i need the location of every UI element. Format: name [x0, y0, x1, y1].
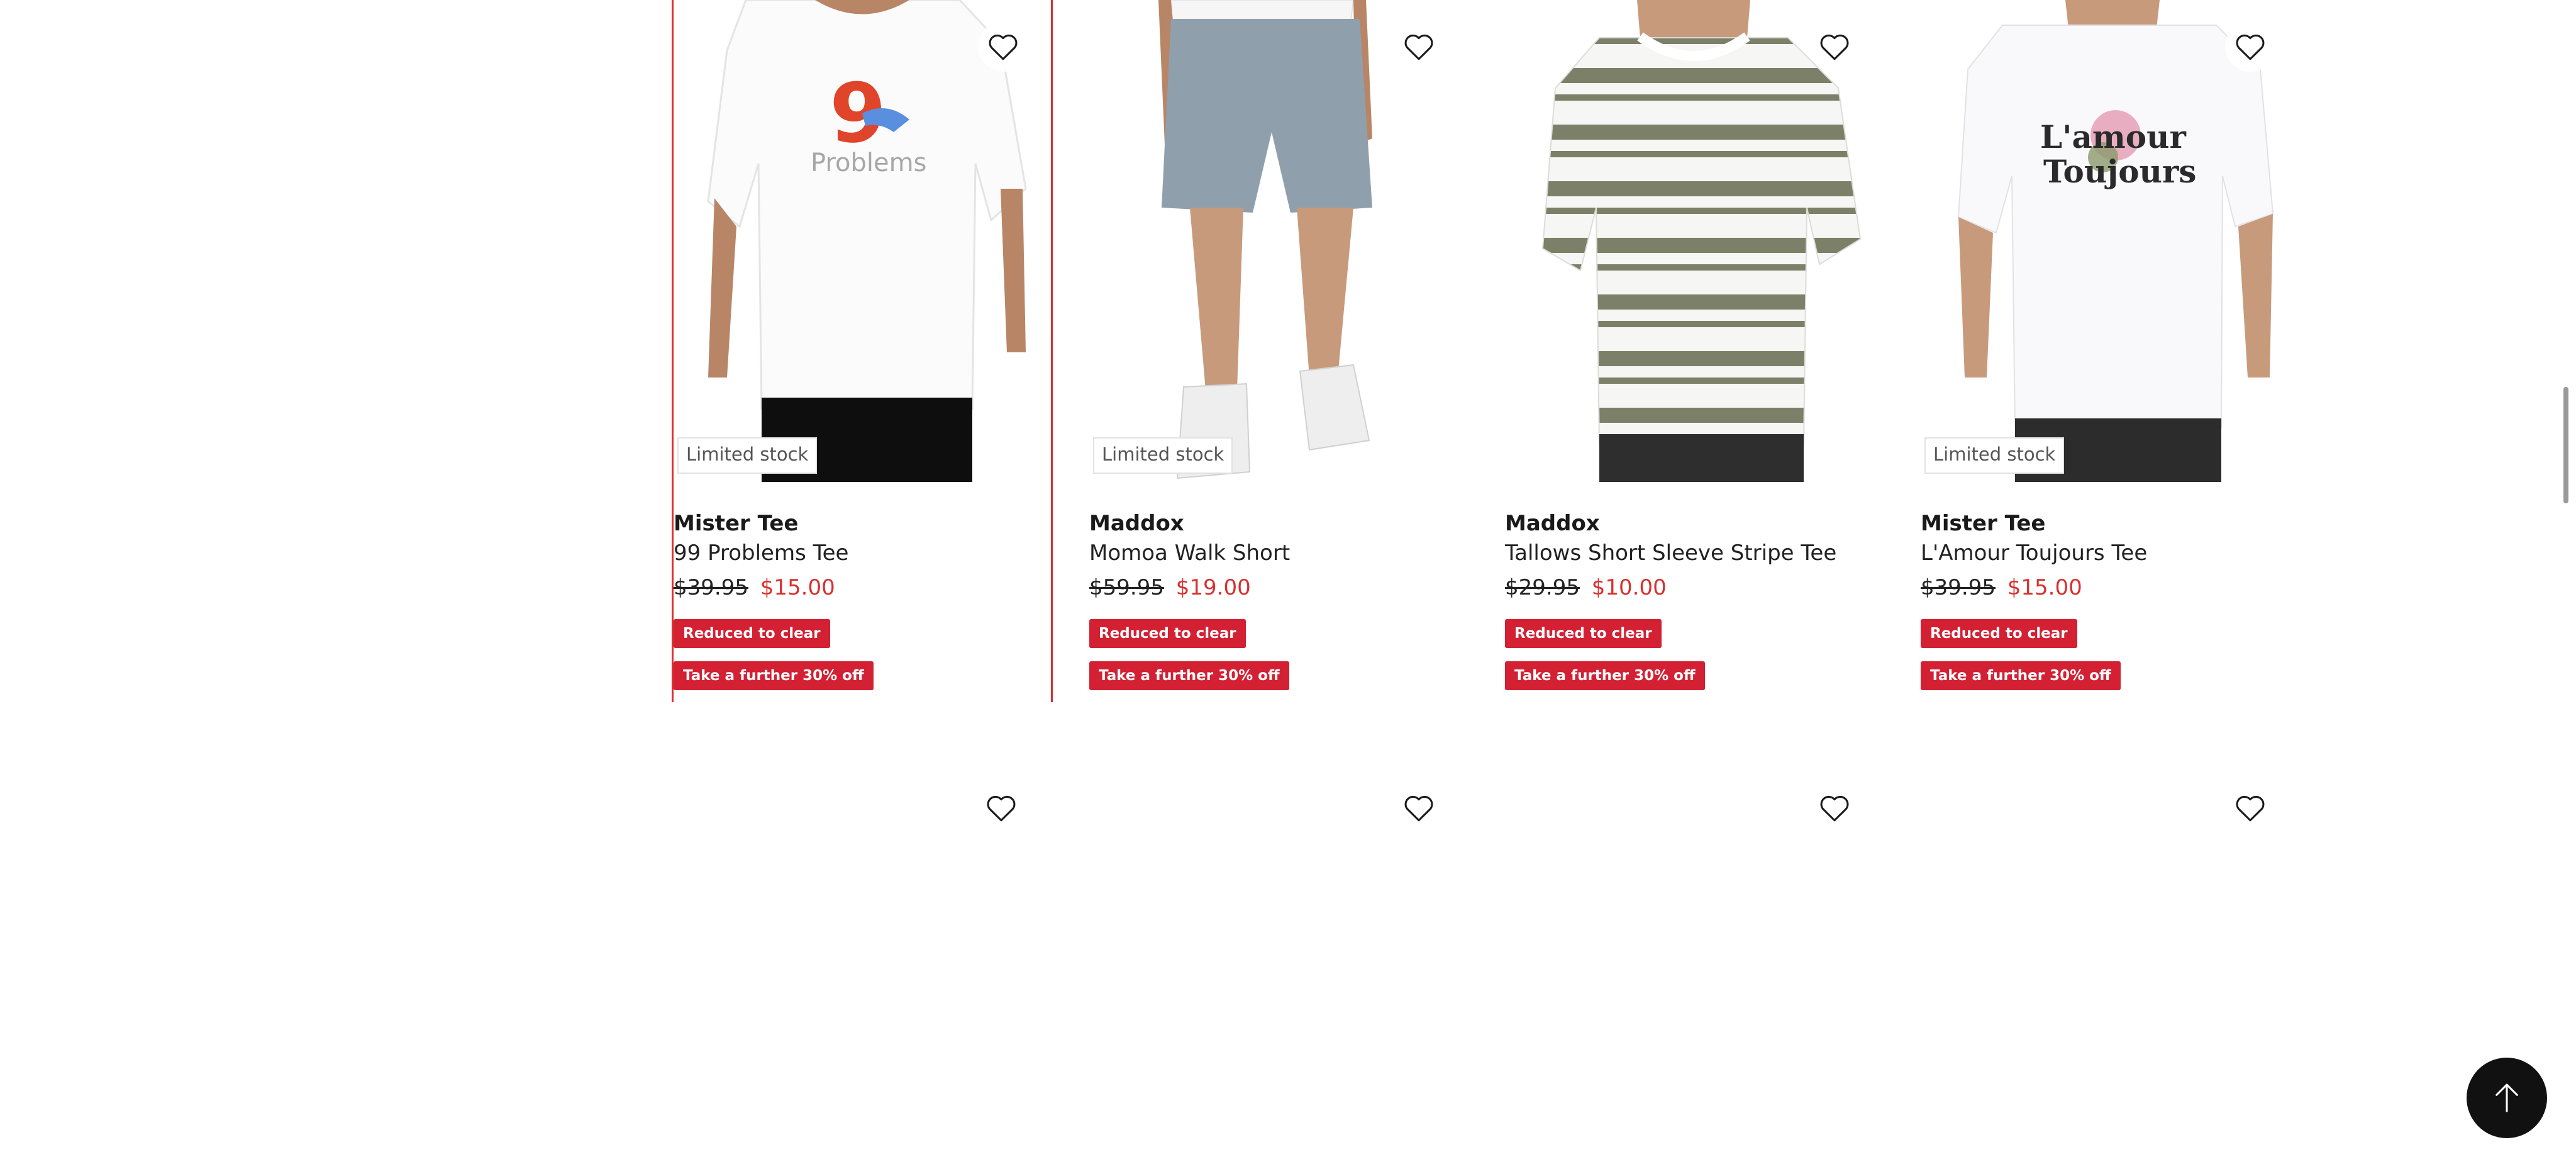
- product-image[interactable]: [1505, 0, 1882, 482]
- product-info: Mister Tee L'Amour Toujours Tee $39.95 $…: [1921, 508, 2298, 607]
- price-row: $39.95 $15.00: [674, 569, 1051, 607]
- heart-outline-icon: [1404, 795, 1433, 822]
- further-discount-badge: Take a further 30% off: [1921, 661, 2121, 690]
- sale-price: $15.00: [2007, 575, 2082, 600]
- sale-price: $19.00: [1175, 575, 1251, 600]
- tee-print-text: Problems: [811, 148, 926, 177]
- product-info: Maddox Momoa Walk Short $59.95 $19.00: [1089, 508, 1467, 607]
- product-image[interactable]: L'amour Toujours: [1921, 0, 2298, 482]
- tee-print-line-2: Toujours: [2043, 153, 2196, 190]
- heart-outline-icon: [987, 795, 1016, 822]
- product-card-tallows-stripe-tee[interactable]: Maddox Tallows Short Sleeve Stripe Tee $…: [1505, 0, 1882, 702]
- heart-outline-icon: [989, 34, 1018, 60]
- page-scrollbar[interactable]: [2563, 387, 2568, 503]
- tee-print-line-1: L'amour: [2040, 118, 2186, 155]
- product-card-row2-2[interactable]: [1089, 759, 1467, 1136]
- product-card-row2-3[interactable]: [1505, 759, 1882, 1136]
- heart-outline-icon: [2236, 34, 2265, 60]
- heart-outline-icon: [1404, 34, 1433, 60]
- wishlist-button[interactable]: [1809, 783, 1860, 833]
- product-card-row2-4[interactable]: [1921, 759, 2298, 1136]
- product-info: Mister Tee 99 Problems Tee $39.95 $15.00: [674, 508, 1051, 607]
- wishlist-button[interactable]: [1394, 783, 1444, 833]
- product-card-row2-1[interactable]: [672, 759, 1049, 1136]
- product-photo: [1505, 0, 1882, 482]
- reduced-to-clear-badge: Reduced to clear: [1089, 619, 1246, 648]
- product-photo: 9 Problems: [674, 0, 1051, 482]
- reduced-to-clear-badge: Reduced to clear: [1921, 619, 2077, 648]
- further-discount-badge: Take a further 30% off: [1089, 661, 1289, 690]
- wishlist-button[interactable]: [1809, 21, 1860, 72]
- heart-outline-icon: [1820, 795, 1849, 822]
- heart-outline-icon: [1820, 34, 1849, 60]
- arrow-up-icon: [2496, 1083, 2518, 1112]
- product-photo: L'amour Toujours: [1921, 0, 2298, 482]
- product-info: Maddox Tallows Short Sleeve Stripe Tee $…: [1505, 508, 1882, 607]
- original-price: $29.95: [1505, 575, 1580, 600]
- product-card-99-problems-tee[interactable]: 9 Problems Limited stock Mister Tee 99 P…: [672, 0, 1053, 702]
- product-brand[interactable]: Maddox: [1089, 508, 1467, 539]
- product-name[interactable]: Momoa Walk Short: [1089, 539, 1467, 568]
- reduced-to-clear-badge: Reduced to clear: [1505, 619, 1662, 648]
- sale-price: $15.00: [760, 575, 835, 600]
- further-discount-badge: Take a further 30% off: [1505, 661, 1705, 690]
- product-brand[interactable]: Maddox: [1505, 508, 1882, 539]
- wishlist-button[interactable]: [2225, 21, 2275, 72]
- product-card-momoa-walk-short[interactable]: Limited stock Maddox Momoa Walk Short $5…: [1089, 0, 1467, 702]
- product-brand[interactable]: Mister Tee: [1921, 508, 2298, 539]
- wishlist-button[interactable]: [978, 21, 1028, 72]
- limited-stock-label: Limited stock: [1093, 437, 1233, 474]
- wishlist-button[interactable]: [2225, 783, 2275, 833]
- limited-stock-label: Limited stock: [677, 437, 818, 474]
- product-brand[interactable]: Mister Tee: [674, 508, 1051, 539]
- original-price: $39.95: [1921, 575, 1996, 600]
- price-row: $59.95 $19.00: [1089, 569, 1467, 607]
- sale-price: $10.00: [1591, 575, 1667, 600]
- wishlist-button[interactable]: [1394, 21, 1444, 72]
- reduced-to-clear-badge: Reduced to clear: [674, 619, 830, 648]
- original-price: $59.95: [1089, 575, 1164, 600]
- original-price: $39.95: [674, 575, 748, 600]
- product-image[interactable]: 9 Problems: [674, 0, 1051, 482]
- product-name[interactable]: 99 Problems Tee: [674, 539, 1051, 568]
- limited-stock-label: Limited stock: [1924, 437, 2065, 474]
- product-name[interactable]: L'Amour Toujours Tee: [1921, 539, 2298, 568]
- product-card-lamour-toujours-tee[interactable]: L'amour Toujours Limited stock Mister Te…: [1921, 0, 2298, 702]
- back-to-top-button[interactable]: [2467, 1058, 2547, 1138]
- product-photo: [1089, 0, 1467, 482]
- product-name[interactable]: Tallows Short Sleeve Stripe Tee: [1505, 539, 1882, 568]
- further-discount-badge: Take a further 30% off: [674, 661, 874, 690]
- wishlist-button[interactable]: [976, 783, 1026, 833]
- heart-outline-icon: [2236, 795, 2265, 822]
- price-row: $29.95 $10.00: [1505, 569, 1882, 607]
- price-row: $39.95 $15.00: [1921, 569, 2298, 607]
- product-image[interactable]: [1089, 0, 1467, 482]
